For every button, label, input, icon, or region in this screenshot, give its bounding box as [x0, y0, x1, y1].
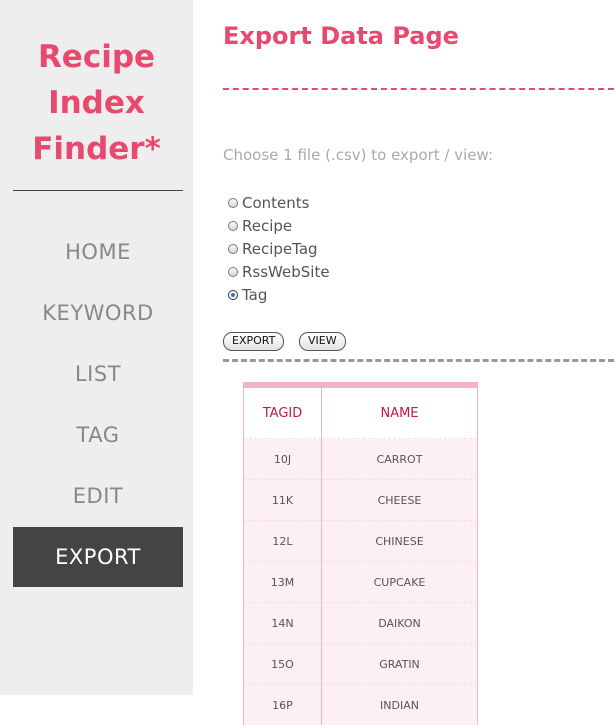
column-header-tagid: TAGID [244, 388, 322, 439]
radio-option-rsswebsite[interactable]: RssWebSite [228, 260, 330, 283]
cell-name: CHEESE [322, 480, 478, 521]
nav-list[interactable]: LIST [13, 344, 183, 404]
column-header-name: NAME [322, 388, 478, 439]
logo-line-1: Recipe [0, 34, 193, 80]
export-instruction: Choose 1 file (.csv) to export / view: [223, 146, 493, 164]
radio-option-recipetag[interactable]: RecipeTag [228, 237, 330, 260]
radio-label: Contents [242, 194, 309, 212]
cell-name: GRATIN [322, 644, 478, 685]
cell-name: CARROT [322, 439, 478, 480]
cell-name: CHINESE [322, 521, 478, 562]
radio-button-selected[interactable] [228, 290, 238, 300]
cell-name: DAIKON [322, 603, 478, 644]
radio-option-recipe[interactable]: Recipe [228, 214, 330, 237]
table-row: 16P INDIAN [244, 685, 478, 725]
cell-name: CUPCAKE [322, 562, 478, 603]
table-row: 10J CARROT [244, 439, 478, 480]
sidebar: Recipe Index Finder* HOME KEYWORD LIST T… [0, 0, 193, 695]
radio-button[interactable] [228, 198, 238, 208]
radio-button[interactable] [228, 267, 238, 277]
main-content: Export Data Page Choose 1 file (.csv) to… [193, 0, 614, 695]
data-table-container: TAGID NAME 10J CARROT 11K CHEESE 12L CHI… [243, 382, 478, 725]
table-row: 12L CHINESE [244, 521, 478, 562]
file-radio-group: Contents Recipe RecipeTag RssWebSite Tag [228, 191, 330, 306]
nav-export[interactable]: EXPORT [13, 527, 183, 587]
radio-label: RecipeTag [242, 240, 318, 258]
cell-name: INDIAN [322, 685, 478, 725]
nav-edit[interactable]: EDIT [13, 466, 183, 526]
cell-tagid: 13M [244, 562, 322, 603]
radio-button[interactable] [228, 221, 238, 231]
page-title: Export Data Page [223, 22, 459, 50]
view-button[interactable]: VIEW [299, 332, 346, 351]
site-logo[interactable]: Recipe Index Finder* [0, 34, 193, 172]
table-row: 15O GRATIN [244, 644, 478, 685]
cell-tagid: 11K [244, 480, 322, 521]
cell-tagid: 16P [244, 685, 322, 725]
cell-tagid: 10J [244, 439, 322, 480]
cell-tagid: 15O [244, 644, 322, 685]
radio-label: RssWebSite [242, 263, 330, 281]
radio-option-tag[interactable]: Tag [228, 283, 330, 306]
radio-label: Recipe [242, 217, 292, 235]
section-divider [223, 359, 614, 362]
logo-line-2: Index [0, 80, 193, 126]
radio-label: Tag [242, 286, 267, 304]
table-row: 13M CUPCAKE [244, 562, 478, 603]
table-row: 11K CHEESE [244, 480, 478, 521]
export-button[interactable]: EXPORT [223, 332, 284, 351]
nav-home[interactable]: HOME [13, 222, 183, 282]
radio-option-contents[interactable]: Contents [228, 191, 330, 214]
nav-keyword[interactable]: KEYWORD [13, 283, 183, 343]
sidebar-divider [13, 190, 183, 191]
table-row: 14N DAIKON [244, 603, 478, 644]
nav-tag[interactable]: TAG [13, 405, 183, 465]
logo-line-3: Finder* [0, 126, 193, 172]
cell-tagid: 12L [244, 521, 322, 562]
radio-button[interactable] [228, 244, 238, 254]
tag-table: TAGID NAME 10J CARROT 11K CHEESE 12L CHI… [243, 388, 478, 725]
table-header-row: TAGID NAME [244, 388, 478, 439]
cell-tagid: 14N [244, 603, 322, 644]
title-divider [223, 88, 614, 90]
